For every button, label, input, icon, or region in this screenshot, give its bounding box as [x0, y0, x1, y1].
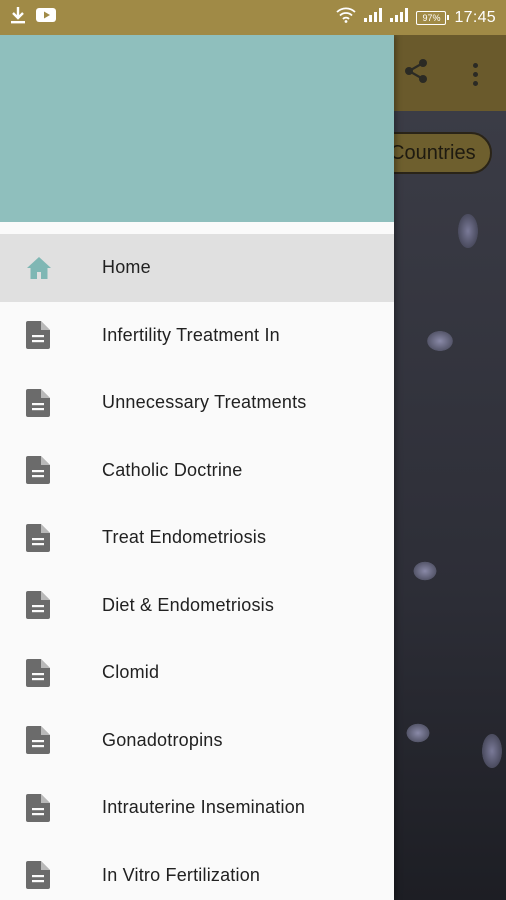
- share-icon[interactable]: [402, 57, 430, 92]
- drawer-item-label: Gonadotropins: [102, 729, 223, 750]
- drawer-item[interactable]: Home: [0, 234, 394, 302]
- more-vert-icon[interactable]: [466, 63, 484, 86]
- drawer-item-label: Infertility Treatment In: [102, 324, 280, 345]
- document-icon: [0, 591, 102, 620]
- document-icon: [0, 658, 102, 687]
- drawer-item[interactable]: In Vitro Fertilization: [0, 842, 394, 900]
- document-icon: [0, 523, 102, 552]
- battery-icon: 97%: [416, 10, 450, 25]
- document-icon: [0, 388, 102, 417]
- document-icon: [0, 321, 102, 350]
- status-bar: 97% 17:45: [0, 0, 506, 35]
- signal-icon: [390, 8, 409, 27]
- download-icon: [10, 6, 26, 29]
- drawer-item-label: Intrauterine Insemination: [102, 797, 306, 818]
- navigation-drawer: Home Infertility Treatment In Unnecessary …: [0, 35, 394, 900]
- drawer-item-label: Clomid: [102, 662, 160, 683]
- clock: 17:45: [454, 8, 496, 26]
- drawer-item-label: Catholic Doctrine: [102, 459, 243, 480]
- drawer-item-label: Home: [102, 257, 151, 278]
- drawer-header: [0, 35, 394, 222]
- drawer-item[interactable]: Intrauterine Insemination: [0, 774, 394, 842]
- wifi-icon: [336, 7, 357, 28]
- drawer-item-label: Diet & Endometriosis: [102, 594, 275, 615]
- drawer-item[interactable]: Unnecessary Treatments: [0, 369, 394, 437]
- document-icon: [0, 861, 102, 890]
- drawer-item[interactable]: Clomid: [0, 639, 394, 707]
- drawer-item[interactable]: Catholic Doctrine: [0, 437, 394, 505]
- status-right: 97% 17:45: [336, 7, 496, 28]
- home-icon: [0, 256, 102, 280]
- drawer-item-label: In Vitro Fertilization: [102, 864, 261, 885]
- document-icon: [0, 726, 102, 755]
- drawer-item-label: Unnecessary Treatments: [102, 392, 307, 413]
- drawer-item[interactable]: Diet & Endometriosis: [0, 572, 394, 640]
- drawer-item[interactable]: Treat Endometriosis: [0, 504, 394, 572]
- signal-icon: [364, 8, 383, 27]
- drawer-item[interactable]: Infertility Treatment In: [0, 302, 394, 370]
- document-icon: [0, 456, 102, 485]
- status-left: [10, 6, 56, 29]
- youtube-icon: [36, 8, 56, 27]
- drawer-list: Home Infertility Treatment In Unnecessary …: [0, 222, 394, 900]
- drawer-item-label: Treat Endometriosis: [102, 527, 267, 548]
- document-icon: [0, 793, 102, 822]
- drawer-item[interactable]: Gonadotropins: [0, 707, 394, 775]
